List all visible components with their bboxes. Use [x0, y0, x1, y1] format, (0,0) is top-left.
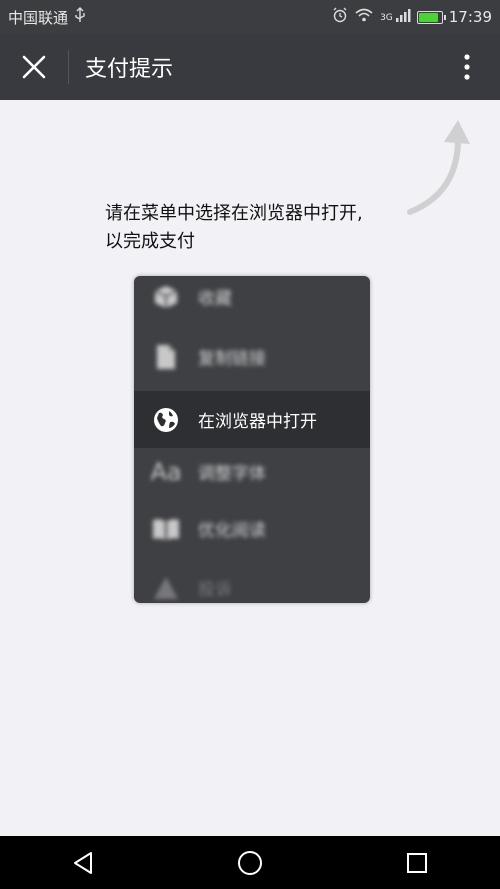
cube-icon [150, 281, 182, 313]
recents-button[interactable] [387, 836, 447, 889]
signal-icon [395, 8, 411, 26]
home-circle-icon [237, 850, 262, 875]
menu-item-label: 投诉 [198, 580, 232, 600]
status-bar: 中国联通 3G 17:39 [0, 0, 500, 34]
warning-icon [150, 572, 182, 604]
network-type-label: 3G [380, 13, 393, 23]
navigation-bar [0, 836, 500, 889]
menu-item-reading-mode: 优化阅读 [134, 500, 370, 557]
back-triangle-icon [74, 851, 93, 874]
more-button[interactable] [434, 34, 500, 100]
menu-illustration: 收藏 复制链接 在浏览器中打开 Aa 调整字体 优化阅读 投诉 [134, 276, 370, 603]
font-size-icon: Aa [150, 457, 182, 486]
menu-item-label: 优化阅读 [198, 521, 266, 541]
home-button[interactable] [220, 836, 280, 889]
page-title: 支付提示 [85, 57, 174, 82]
more-vertical-icon [464, 54, 470, 80]
close-icon [22, 55, 46, 79]
instruction-line-2: 以完成支付 [105, 231, 195, 252]
menu-item-copy-link: 复制链接 [134, 328, 370, 385]
back-button[interactable] [53, 836, 113, 889]
usb-icon [74, 7, 86, 27]
title-divider [68, 50, 69, 84]
wifi-icon [354, 7, 374, 27]
menu-item-label: 收藏 [198, 289, 232, 309]
menu-item-report: 投诉 [134, 559, 370, 603]
menu-item-favorite: 收藏 [134, 276, 370, 325]
battery-icon [416, 10, 446, 24]
alarm-icon [332, 7, 348, 27]
title-bar: 支付提示 [0, 34, 500, 100]
menu-item-open-in-browser: 在浏览器中打开 [134, 391, 370, 448]
carrier-label: 中国联通 [8, 8, 69, 27]
menu-item-font-size: Aa 调整字体 [134, 443, 370, 500]
recents-square-icon [406, 852, 427, 873]
globe-icon [150, 404, 182, 436]
battery-fill [418, 12, 438, 22]
book-icon [150, 513, 182, 545]
menu-item-label: 调整字体 [198, 464, 266, 484]
clock: 17:39 [448, 8, 492, 26]
instruction-line-1: 请在菜单中选择在浏览器中打开, [105, 203, 363, 224]
close-button[interactable] [0, 34, 68, 100]
menu-item-label: 在浏览器中打开 [198, 412, 317, 432]
instruction-text: 请在菜单中选择在浏览器中打开, 以完成支付 [105, 200, 425, 256]
document-icon [150, 341, 182, 373]
menu-item-label: 复制链接 [198, 349, 266, 369]
